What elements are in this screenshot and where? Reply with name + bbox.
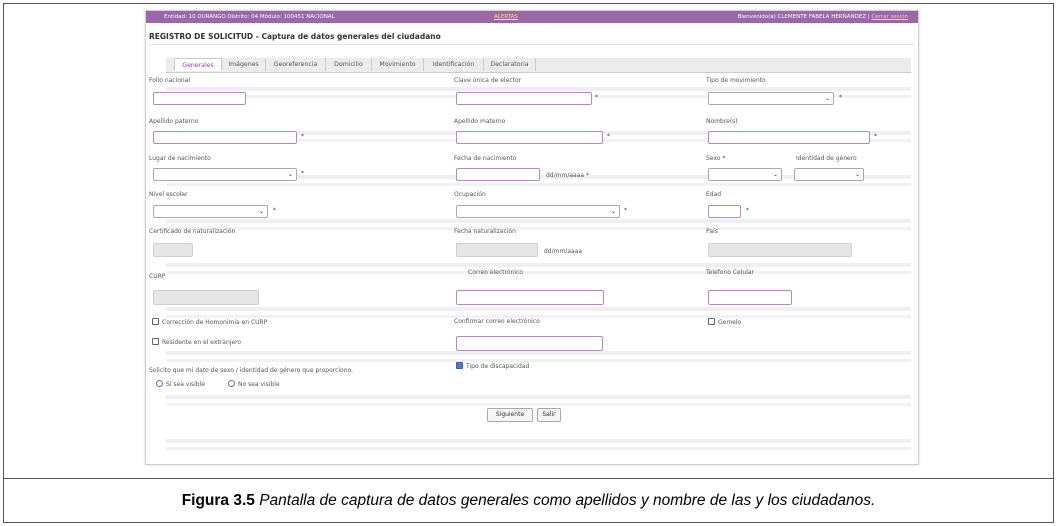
caption-text: Pantalla de captura de datos generales c… (254, 492, 876, 509)
alerts-link[interactable]: ALERTAS (494, 11, 518, 23)
checkbox-icon (152, 338, 159, 345)
solicito-label: Solicito que mi dato de sexo / identidad… (149, 367, 354, 374)
identidad-label: Identidad de género (796, 155, 857, 162)
nombres-required: * (874, 133, 877, 140)
edad-required: * (746, 207, 749, 214)
folio-label: Folio nacional (149, 77, 191, 84)
tab-declaratoria[interactable]: Declaratoria (484, 58, 536, 71)
edad-label: Edad (706, 191, 722, 198)
homonimia-checkbox[interactable]: Corrección de Homonimia en CURP (152, 318, 267, 326)
tab-identificacion[interactable]: Identificación (424, 58, 484, 71)
correo-input[interactable] (456, 290, 604, 305)
homonimia-label: Corrección de Homonimia en CURP (162, 319, 268, 326)
tab-generales[interactable]: Generales (174, 58, 222, 71)
checked-checkbox-icon (456, 362, 463, 369)
folio-input[interactable] (153, 92, 246, 105)
si-visible-label: Sí sea visible (166, 381, 205, 388)
fecha-nac-format: dd/mm/aaaa * (546, 172, 589, 179)
radio-si-visible[interactable]: Sí sea visible (156, 380, 205, 388)
tab-georeferencia[interactable]: Georeferencia (266, 58, 326, 71)
checkbox-icon (708, 318, 715, 325)
correo-label: Correo electrónico (468, 269, 523, 276)
gemelo-checkbox[interactable]: Gemelo (708, 318, 741, 326)
clave-required: * (595, 94, 598, 101)
chevron-down-icon: ⌄ (854, 171, 860, 178)
tipo-mov-required: * (839, 94, 842, 101)
pais-input[interactable] (708, 243, 852, 257)
residente-checkbox[interactable]: Residente en el extranjero (152, 338, 241, 346)
checkbox-icon (152, 318, 159, 325)
tipo-mov-select[interactable]: ⌄ (708, 92, 834, 105)
curp-input[interactable] (153, 290, 259, 305)
curp-label: CURP (149, 273, 166, 280)
fecha-natur-input[interactable] (456, 243, 538, 257)
lugar-nac-select[interactable]: ⌄ (153, 168, 297, 181)
certificado-input[interactable] (153, 243, 193, 257)
pais-label: País (706, 228, 718, 235)
clave-input[interactable] (456, 92, 592, 105)
gemelo-label: Gemelo (718, 319, 742, 326)
fecha-nac-label: Fecha de nacimiento (454, 155, 517, 162)
identidad-select[interactable]: ⌄ (794, 168, 864, 181)
radio-no-visible[interactable]: No sea visible (228, 380, 280, 388)
nivel-required: * (273, 207, 276, 214)
caption-separator (3, 478, 1054, 479)
edad-input[interactable] (708, 205, 741, 218)
welcome-text: Bienvenido(a) CLEMENTE FABELA HERNANDEZ (737, 14, 867, 20)
ocupacion-select[interactable]: ⌄ (456, 205, 620, 218)
radio-icon (156, 380, 163, 387)
lugar-nac-required: * (301, 170, 304, 177)
logout-link[interactable]: Cerrar sesión (871, 14, 908, 20)
top-bar: Entidad: 10 DURANGO Distrito: 04 Módulo:… (146, 11, 918, 23)
title-divider (149, 44, 914, 45)
chevron-down-icon: ⌄ (287, 171, 293, 178)
nivel-label: Nivel escolar (149, 191, 188, 198)
sexo-select[interactable]: ⌄ (708, 168, 782, 181)
caption-number: Figura 3.5 (181, 492, 255, 509)
telefono-input[interactable] (708, 290, 792, 305)
sexo-label: Sexo * (706, 155, 726, 162)
fecha-nac-input[interactable] (456, 168, 540, 181)
nivel-select[interactable]: ⌄ (153, 205, 268, 218)
ap-paterno-required: * (301, 133, 304, 140)
nombres-label: Nombre(s) (706, 118, 738, 125)
clave-label: Clave única de elector (454, 77, 522, 84)
certificado-label: Certificado de naturalización (149, 228, 236, 235)
ap-materno-required: * (607, 133, 610, 140)
ap-paterno-label: Apellido paterno (149, 118, 199, 125)
discapacidad-label: Tipo de discapacidad (466, 363, 530, 370)
chevron-down-icon: ⌄ (772, 171, 778, 178)
screenshot-window: Entidad: 10 DURANGO Distrito: 04 Módulo:… (145, 10, 919, 465)
ocupacion-required: * (624, 207, 627, 214)
chevron-down-icon: ⌄ (258, 208, 264, 215)
siguiente-button[interactable]: Siguiente (487, 408, 533, 422)
ap-materno-input[interactable] (456, 131, 603, 144)
fecha-natur-format: dd/mm/aaaa (544, 248, 583, 255)
ap-materno-label: Apellido materno (454, 118, 506, 125)
fecha-natur-label: Fecha naturalización (454, 228, 516, 235)
chevron-down-icon: ⌄ (610, 208, 616, 215)
lugar-nac-label: Lugar de nacimiento (149, 155, 211, 162)
tab-domicilio[interactable]: Domicilio (326, 58, 372, 71)
tab-movimiento[interactable]: Movimiento (372, 58, 424, 71)
confirmar-correo-label: Confirmar correo electrónico (454, 318, 540, 325)
telefono-label: Teléfono Celular (706, 269, 755, 276)
user-info: Bienvenido(a) CLEMENTE FABELA HERNANDEZ … (737, 14, 908, 20)
discapacidad-checkbox[interactable]: Tipo de discapacidad (456, 362, 529, 370)
figure-caption: Figura 3.5 Pantalla de captura de datos … (0, 492, 1057, 510)
chevron-down-icon: ⌄ (824, 95, 830, 102)
confirmar-correo-input[interactable] (456, 336, 603, 351)
tipo-mov-label: Tipo de movimiento (706, 77, 766, 84)
residente-label: Residente en el extranjero (162, 339, 242, 346)
tab-imagenes[interactable]: Imágenes (222, 58, 266, 71)
no-visible-label: No sea visible (238, 381, 280, 388)
tabs-bar: Generales Imágenes Georeferencia Domicil… (166, 58, 911, 73)
radio-icon (228, 380, 235, 387)
page-title: REGISTRO DE SOLICITUD - Captura de datos… (149, 32, 441, 41)
salir-button[interactable]: Salir (537, 408, 561, 422)
nombres-input[interactable] (708, 131, 870, 144)
session-info: Entidad: 10 DURANGO Distrito: 04 Módulo:… (164, 14, 335, 20)
ocupacion-label: Ocupación (454, 191, 486, 198)
ap-paterno-input[interactable] (153, 131, 297, 144)
